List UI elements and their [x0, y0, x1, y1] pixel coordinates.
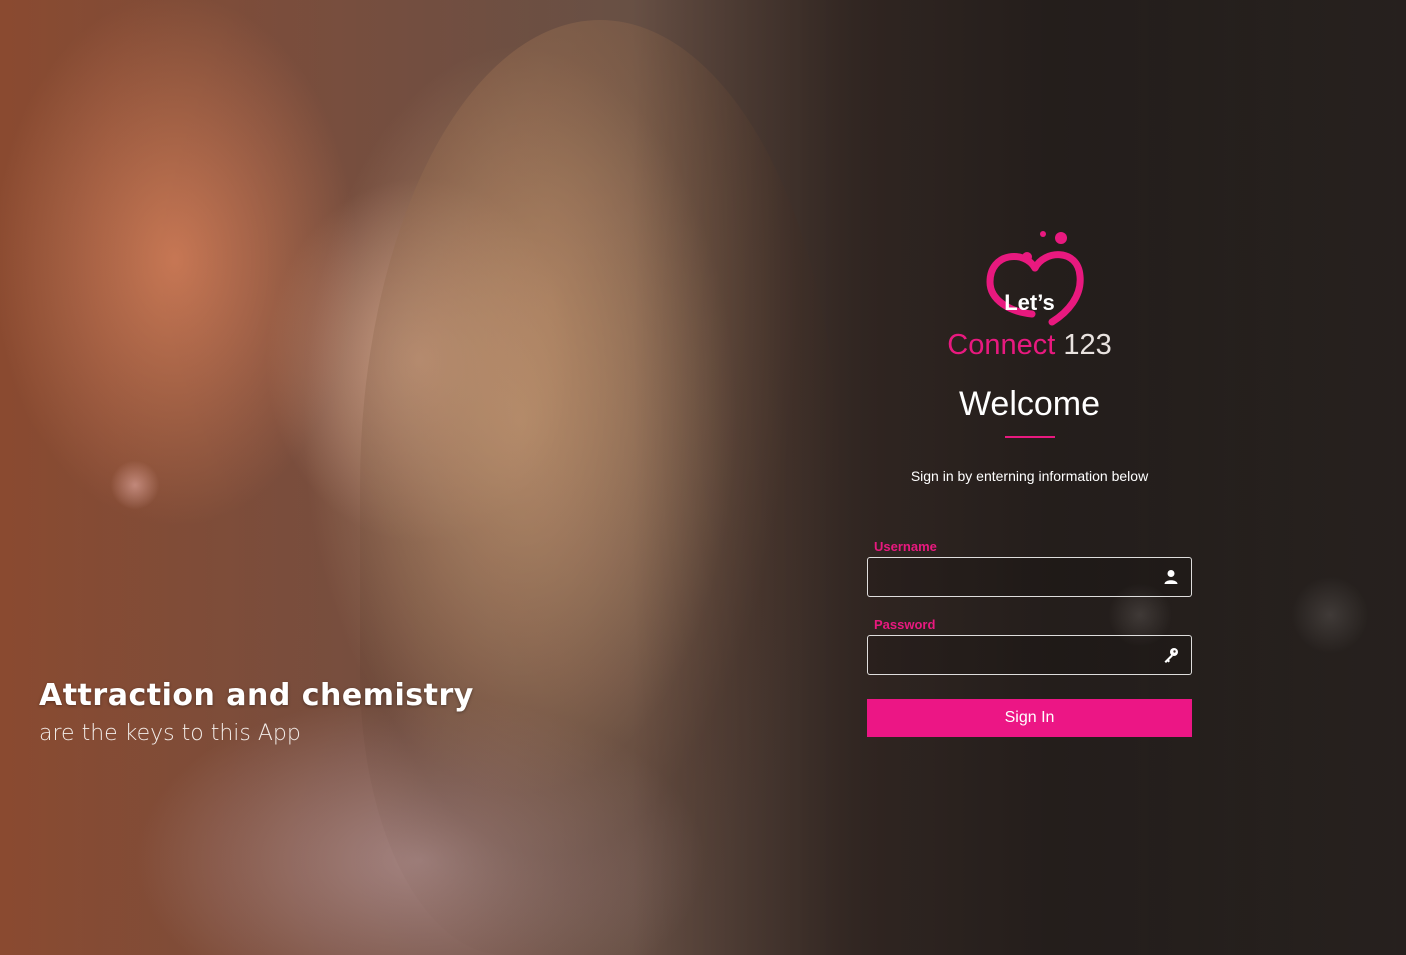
field-spacer	[867, 597, 1192, 617]
hero-title: Attraction and chemistry	[39, 678, 474, 713]
logo-number-text: 123	[1063, 329, 1112, 361]
login-page: Attraction and chemistry are the keys to…	[0, 0, 1406, 955]
sign-in-button[interactable]: Sign In	[867, 699, 1192, 737]
welcome-underline	[1004, 436, 1055, 438]
password-field-wrapper	[867, 635, 1192, 675]
login-form: Username Password Sign In	[867, 539, 1192, 737]
logo-connect-text: Connect	[947, 329, 1056, 361]
signin-instructions: Sign in by enterning information below	[910, 468, 1149, 484]
background-overlay	[0, 0, 1406, 955]
login-panel: Let’s Connect 123 Welcome Sign in by ent…	[867, 225, 1192, 737]
username-input[interactable]	[868, 558, 1191, 596]
user-icon	[1164, 570, 1178, 584]
welcome-heading: Welcome	[958, 385, 1101, 423]
logo-lets-text: Let’s	[1004, 290, 1055, 315]
logo-wordmark: Connect 123	[930, 329, 1130, 362]
app-logo: Let’s Connect 123	[930, 225, 1130, 365]
password-input[interactable]	[868, 636, 1191, 674]
hero-subtitle: are the keys to this App	[39, 721, 301, 746]
hero-tagline: Attraction and chemistry are the keys to…	[39, 678, 474, 746]
username-field-wrapper	[867, 557, 1192, 597]
key-icon	[1164, 648, 1178, 663]
username-label: Username	[874, 539, 937, 554]
password-label: Password	[874, 617, 936, 632]
